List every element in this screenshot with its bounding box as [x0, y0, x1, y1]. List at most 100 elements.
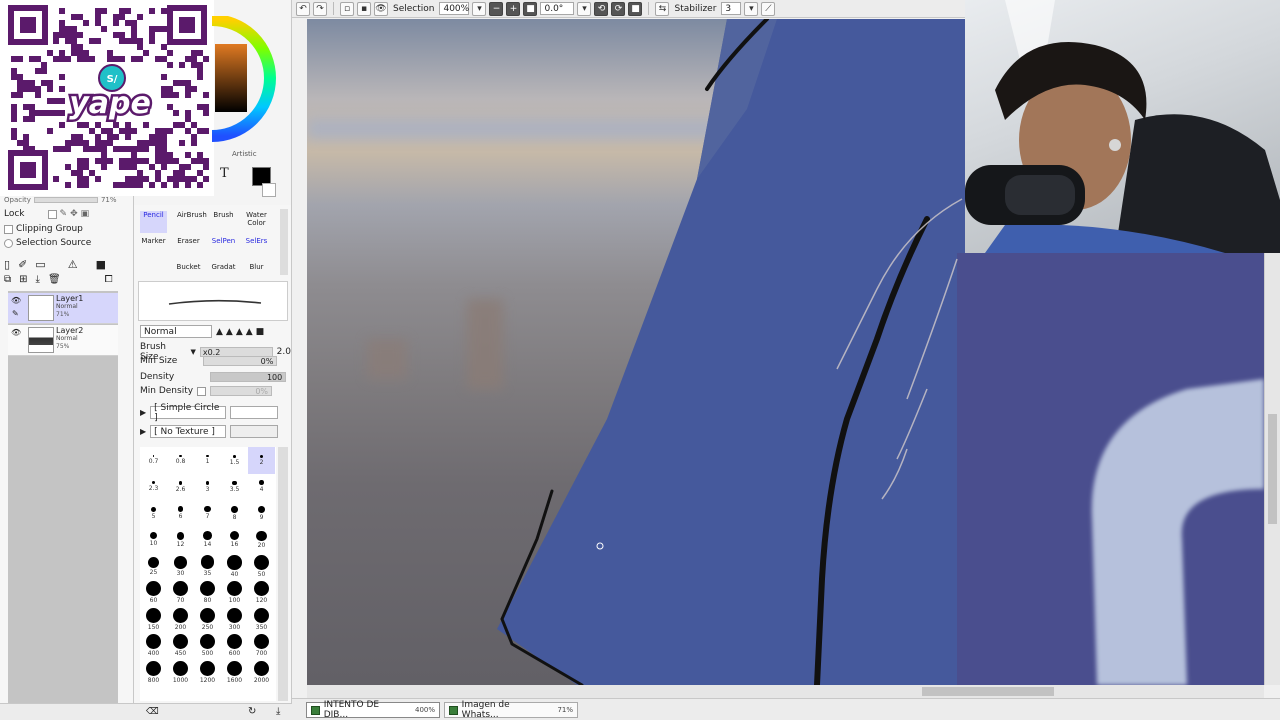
brush-size-preset[interactable]: 0.8: [167, 447, 194, 474]
mask-apply-icon[interactable]: ⧠: [105, 274, 113, 285]
brush-size-preset[interactable]: 1.5: [221, 447, 248, 474]
visibility-eye-icon[interactable]: 👁: [11, 296, 21, 305]
palette-tab[interactable]: Artistic: [232, 150, 257, 158]
horizontal-scroll-thumb[interactable]: [922, 687, 1054, 696]
brush-size-preset[interactable]: 70: [167, 580, 194, 607]
delete-layer-icon[interactable]: 🗑: [48, 274, 61, 285]
save-preset-icon[interactable]: ⤓: [276, 706, 280, 717]
tool-watercolor[interactable]: Water Color: [243, 211, 270, 233]
layer-item-layer1[interactable]: 👁 ✎ Layer1 Normal 71%: [8, 293, 118, 324]
brush-size-preset[interactable]: 9: [248, 500, 275, 527]
tool-grid-scrollbar[interactable]: [280, 209, 288, 275]
tool-selpen[interactable]: SelPen: [210, 237, 237, 259]
brush-size-preset[interactable]: 35: [194, 553, 221, 580]
tool-brush[interactable]: Brush: [210, 211, 237, 233]
brush-size-preset[interactable]: 2.6: [167, 474, 194, 501]
brush-size-preset[interactable]: 60: [140, 580, 167, 607]
visibility-eye-icon[interactable]: 👁: [11, 328, 21, 337]
brush-size-preset[interactable]: 1200: [194, 659, 221, 686]
clear-icon[interactable]: ⌫: [146, 707, 159, 717]
rotate-right-icon[interactable]: ⟳: [611, 1, 626, 16]
new-linework-layer-icon[interactable]: ✐: [18, 258, 27, 271]
rotate-reset-icon[interactable]: ■: [628, 1, 643, 16]
brush-size-preset[interactable]: 600: [221, 633, 248, 660]
tool-eraser[interactable]: Eraser: [175, 237, 202, 259]
tool-airbrush[interactable]: AirBrush: [177, 211, 207, 233]
expand-arrow-icon[interactable]: ▶: [140, 408, 146, 417]
brush-size-preset[interactable]: 4: [248, 474, 275, 501]
expand-arrow-icon[interactable]: ▶: [140, 427, 146, 436]
selection-visibility-icon[interactable]: 👁: [374, 1, 388, 16]
zoom-out-icon[interactable]: −: [489, 1, 504, 16]
brush-size-preset[interactable]: 3.5: [221, 474, 248, 501]
brush-size-preset[interactable]: 30: [167, 553, 194, 580]
new-folder-icon[interactable]: ▭: [35, 258, 45, 271]
brush-size-preset[interactable]: 12: [167, 527, 194, 554]
deselect-icon[interactable]: ▫: [340, 1, 354, 16]
lock-transparency-checkbox[interactable]: [47, 209, 57, 219]
brush-size-preset[interactable]: 400: [140, 633, 167, 660]
brush-size-preset[interactable]: 40: [221, 553, 248, 580]
brush-size-preset[interactable]: 10: [140, 527, 167, 554]
color-wheel[interactable]: [212, 16, 282, 146]
document-tab-imagen[interactable]: Imagen de Whats... 71%: [444, 700, 578, 720]
mask-icon[interactable]: ■: [96, 258, 106, 271]
background-color-swatch[interactable]: [262, 183, 276, 197]
refresh-icon[interactable]: ↻: [248, 706, 256, 717]
brush-size-preset[interactable]: 25: [140, 553, 167, 580]
lock-move-icon[interactable]: ✥: [70, 209, 78, 219]
brush-size-preset[interactable]: 14: [194, 527, 221, 554]
brush-size-preset[interactable]: 16: [221, 527, 248, 554]
zoom-dropdown-icon[interactable]: ▾: [472, 1, 487, 16]
brush-size-preset[interactable]: 50: [248, 553, 275, 580]
brush-size-preset[interactable]: 250: [194, 606, 221, 633]
brush-size-preset[interactable]: 5: [140, 500, 167, 527]
size-presets-scrollbar[interactable]: [278, 447, 288, 701]
blend-mode-select[interactable]: Normal: [140, 325, 212, 338]
brush-size-preset[interactable]: 3: [194, 474, 221, 501]
invert-selection-icon[interactable]: ▪: [357, 1, 371, 16]
brush-size-preset[interactable]: 2000: [248, 659, 275, 686]
merge-down-icon[interactable]: ⤓: [36, 274, 40, 285]
zoom-select[interactable]: 400%: [439, 2, 470, 15]
shape-strength-field[interactable]: [230, 406, 279, 419]
brush-texture-select[interactable]: [ No Texture ]: [150, 425, 227, 438]
angle-dropdown-icon[interactable]: ▾: [577, 1, 592, 16]
straight-line-icon[interactable]: ⟋: [761, 1, 776, 16]
brush-size-preset[interactable]: 1600: [221, 659, 248, 686]
layer-item-layer2[interactable]: 👁 Layer2 Normal 75%: [8, 325, 118, 356]
vertical-scroll-thumb[interactable]: [1268, 414, 1277, 524]
lock-pen-icon[interactable]: ✎: [60, 209, 68, 219]
brush-size-preset[interactable]: 2: [248, 447, 275, 474]
density-slider[interactable]: 100: [210, 372, 287, 382]
brush-size-preset[interactable]: 7: [194, 500, 221, 527]
zoom-reset-icon[interactable]: ■: [523, 1, 538, 16]
layer-effect-icon[interactable]: ⚠: [68, 258, 78, 271]
brush-shape-select[interactable]: [ Simple Circle ]: [150, 403, 227, 423]
brush-size-preset[interactable]: 8: [221, 500, 248, 527]
stabilizer-select[interactable]: 3: [721, 2, 742, 15]
text-tool-icon[interactable]: T: [220, 166, 229, 181]
opacity-slider[interactable]: [33, 197, 98, 203]
brush-shape-icons[interactable]: ▲▲▲▲■: [216, 327, 267, 337]
brush-size-preset[interactable]: 1: [194, 447, 221, 474]
brush-size-preset[interactable]: 100: [221, 580, 248, 607]
zoom-in-icon[interactable]: +: [506, 1, 521, 16]
min-density-slider[interactable]: 0%: [210, 386, 273, 396]
tool-pencil[interactable]: Pencil: [140, 211, 167, 233]
selection-source-radio[interactable]: [4, 238, 13, 248]
brush-size-preset[interactable]: 20: [248, 527, 275, 554]
new-layer-icon[interactable]: ▯: [4, 258, 10, 271]
copy-layer-icon[interactable]: ⧉: [4, 274, 11, 285]
brush-size-preset[interactable]: 0.7: [140, 447, 167, 474]
rotate-left-icon[interactable]: ⟲: [594, 1, 609, 16]
tool-selers[interactable]: SelErs: [243, 237, 270, 259]
brush-size-preset[interactable]: 1000: [167, 659, 194, 686]
brush-size-preset[interactable]: 500: [194, 633, 221, 660]
brush-size-preset[interactable]: 700: [248, 633, 275, 660]
brush-size-preset[interactable]: 150: [140, 606, 167, 633]
brush-size-preset[interactable]: 800: [140, 659, 167, 686]
brush-size-preset[interactable]: 2.3: [140, 474, 167, 501]
brush-size-preset[interactable]: 350: [248, 606, 275, 633]
texture-strength-field[interactable]: [230, 425, 279, 438]
